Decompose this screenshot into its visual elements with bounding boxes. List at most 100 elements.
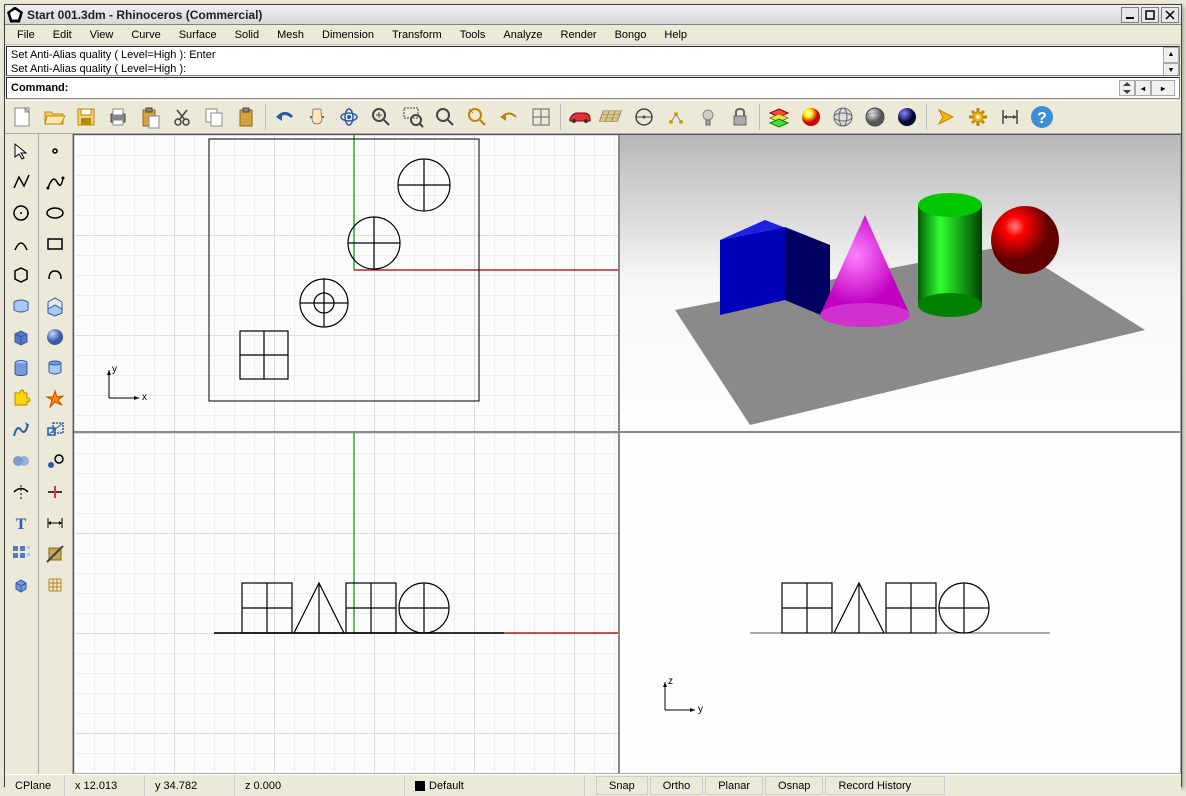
viewport-right[interactable]: y z xyxy=(620,433,1180,773)
scroll-down-button[interactable]: ▼ xyxy=(1163,63,1179,76)
dimension-link-icon[interactable] xyxy=(995,102,1025,132)
menu-help[interactable]: Help xyxy=(656,27,695,43)
menu-mesh[interactable]: Mesh xyxy=(269,27,312,43)
material-sphere-icon[interactable] xyxy=(796,102,826,132)
gear-icon[interactable] xyxy=(963,102,993,132)
extrude-icon[interactable] xyxy=(40,291,70,321)
command-input[interactable] xyxy=(68,82,1119,94)
close-button[interactable] xyxy=(1161,7,1179,23)
rectangle-icon[interactable] xyxy=(40,229,70,259)
clipboard-paste-icon[interactable] xyxy=(135,102,165,132)
car-model-icon[interactable] xyxy=(565,102,595,132)
help-icon[interactable]: ? xyxy=(1027,102,1057,132)
cmd-next-button[interactable]: ▸ xyxy=(1151,80,1175,96)
options-arrow-icon[interactable] xyxy=(931,102,961,132)
hexagon-icon[interactable] xyxy=(6,260,36,290)
light-icon[interactable] xyxy=(693,102,723,132)
pan-icon[interactable] xyxy=(302,102,332,132)
viewport-perspective[interactable] xyxy=(620,135,1180,431)
menu-transform[interactable]: Transform xyxy=(384,27,450,43)
cmd-prev-button[interactable]: ◂ xyxy=(1135,80,1151,96)
rotate-view-icon[interactable] xyxy=(334,102,364,132)
point-icon[interactable] xyxy=(40,136,70,166)
scale-icon[interactable] xyxy=(40,415,70,445)
maximize-button[interactable] xyxy=(1141,7,1159,23)
dimension-icon[interactable] xyxy=(40,508,70,538)
menu-view[interactable]: View xyxy=(82,27,122,43)
menu-surface[interactable]: Surface xyxy=(171,27,225,43)
new-file-icon[interactable] xyxy=(7,102,37,132)
drag-curve-icon[interactable] xyxy=(6,415,36,445)
status-ortho-button[interactable]: Ortho xyxy=(650,776,704,795)
puzzle-icon[interactable] xyxy=(6,384,36,414)
zoom-window-icon[interactable] xyxy=(398,102,428,132)
box-icon[interactable] xyxy=(6,322,36,352)
split-icon[interactable] xyxy=(40,477,70,507)
pipe-icon[interactable] xyxy=(40,353,70,383)
menu-edit[interactable]: Edit xyxy=(45,27,80,43)
layers-icon[interactable] xyxy=(764,102,794,132)
status-record-history-button[interactable]: Record History xyxy=(825,776,945,795)
menu-dimension[interactable]: Dimension xyxy=(314,27,382,43)
zoom-extents-icon[interactable] xyxy=(366,102,396,132)
viewports-grid: x y xyxy=(73,134,1181,774)
blend-icon[interactable] xyxy=(6,446,36,476)
4-view-icon[interactable] xyxy=(526,102,556,132)
shaded-sphere-icon[interactable] xyxy=(860,102,890,132)
menu-solid[interactable]: Solid xyxy=(227,27,267,43)
status-planar-button[interactable]: Planar xyxy=(705,776,763,795)
menu-analyze[interactable]: Analyze xyxy=(495,27,550,43)
side-toolbars: T xyxy=(5,134,73,774)
zoom-selected-icon[interactable] xyxy=(430,102,460,132)
menu-bongo[interactable]: Bongo xyxy=(607,27,655,43)
cylinder-icon[interactable] xyxy=(6,353,36,383)
viewport-top[interactable]: x y xyxy=(74,135,618,431)
undo-view-icon[interactable] xyxy=(494,102,524,132)
undo-icon[interactable] xyxy=(270,102,300,132)
ellipse-icon[interactable] xyxy=(40,198,70,228)
mesh-grid-icon[interactable] xyxy=(40,570,70,600)
cmd-history-line: Set Anti-Alias quality ( Level=High ): E… xyxy=(11,48,1175,62)
trim-icon[interactable] xyxy=(6,477,36,507)
status-layer[interactable]: Default xyxy=(405,775,585,796)
wireframe-sphere-icon[interactable] xyxy=(828,102,858,132)
viewport-front[interactable] xyxy=(74,433,618,773)
array-icon[interactable] xyxy=(6,539,36,569)
save-file-icon[interactable] xyxy=(71,102,101,132)
polyline-icon[interactable] xyxy=(6,167,36,197)
cube-small-icon[interactable] xyxy=(6,570,36,600)
sphere-icon[interactable] xyxy=(40,322,70,352)
cut-icon[interactable] xyxy=(167,102,197,132)
copy-icon[interactable] xyxy=(199,102,229,132)
circle-osnap-icon[interactable] xyxy=(629,102,659,132)
print-icon[interactable] xyxy=(103,102,133,132)
minimize-button[interactable] xyxy=(1121,7,1139,23)
clip-icon[interactable] xyxy=(40,539,70,569)
freeform-icon[interactable] xyxy=(40,260,70,290)
app-window: Start 001.3dm - Rhinoceros (Commercial) … xyxy=(4,4,1182,787)
status-snap-button[interactable]: Snap xyxy=(596,776,648,795)
surface-patch-icon[interactable] xyxy=(6,291,36,321)
rendered-sphere-icon[interactable] xyxy=(892,102,922,132)
paste-icon[interactable] xyxy=(231,102,261,132)
menu-curve[interactable]: Curve xyxy=(123,27,168,43)
curve-icon[interactable] xyxy=(40,167,70,197)
text-icon[interactable]: T xyxy=(6,508,36,538)
open-file-icon[interactable] xyxy=(39,102,69,132)
zoom-previous-icon[interactable] xyxy=(462,102,492,132)
menu-file[interactable]: File xyxy=(9,27,43,43)
status-cplane[interactable]: CPlane xyxy=(5,775,65,796)
menu-tools[interactable]: Tools xyxy=(452,27,494,43)
osnap-points-icon[interactable] xyxy=(661,102,691,132)
grid-options-icon[interactable] xyxy=(597,102,627,132)
arc-icon[interactable] xyxy=(6,229,36,259)
cmd-up-down-button[interactable] xyxy=(1119,80,1135,96)
lock-icon[interactable] xyxy=(725,102,755,132)
dot-icon[interactable] xyxy=(40,446,70,476)
menu-render[interactable]: Render xyxy=(553,27,605,43)
status-osnap-button[interactable]: Osnap xyxy=(765,776,823,795)
scroll-up-button[interactable]: ▲ xyxy=(1163,47,1179,63)
explode-icon[interactable] xyxy=(40,384,70,414)
pointer-icon[interactable] xyxy=(6,136,36,166)
circle-icon[interactable] xyxy=(6,198,36,228)
